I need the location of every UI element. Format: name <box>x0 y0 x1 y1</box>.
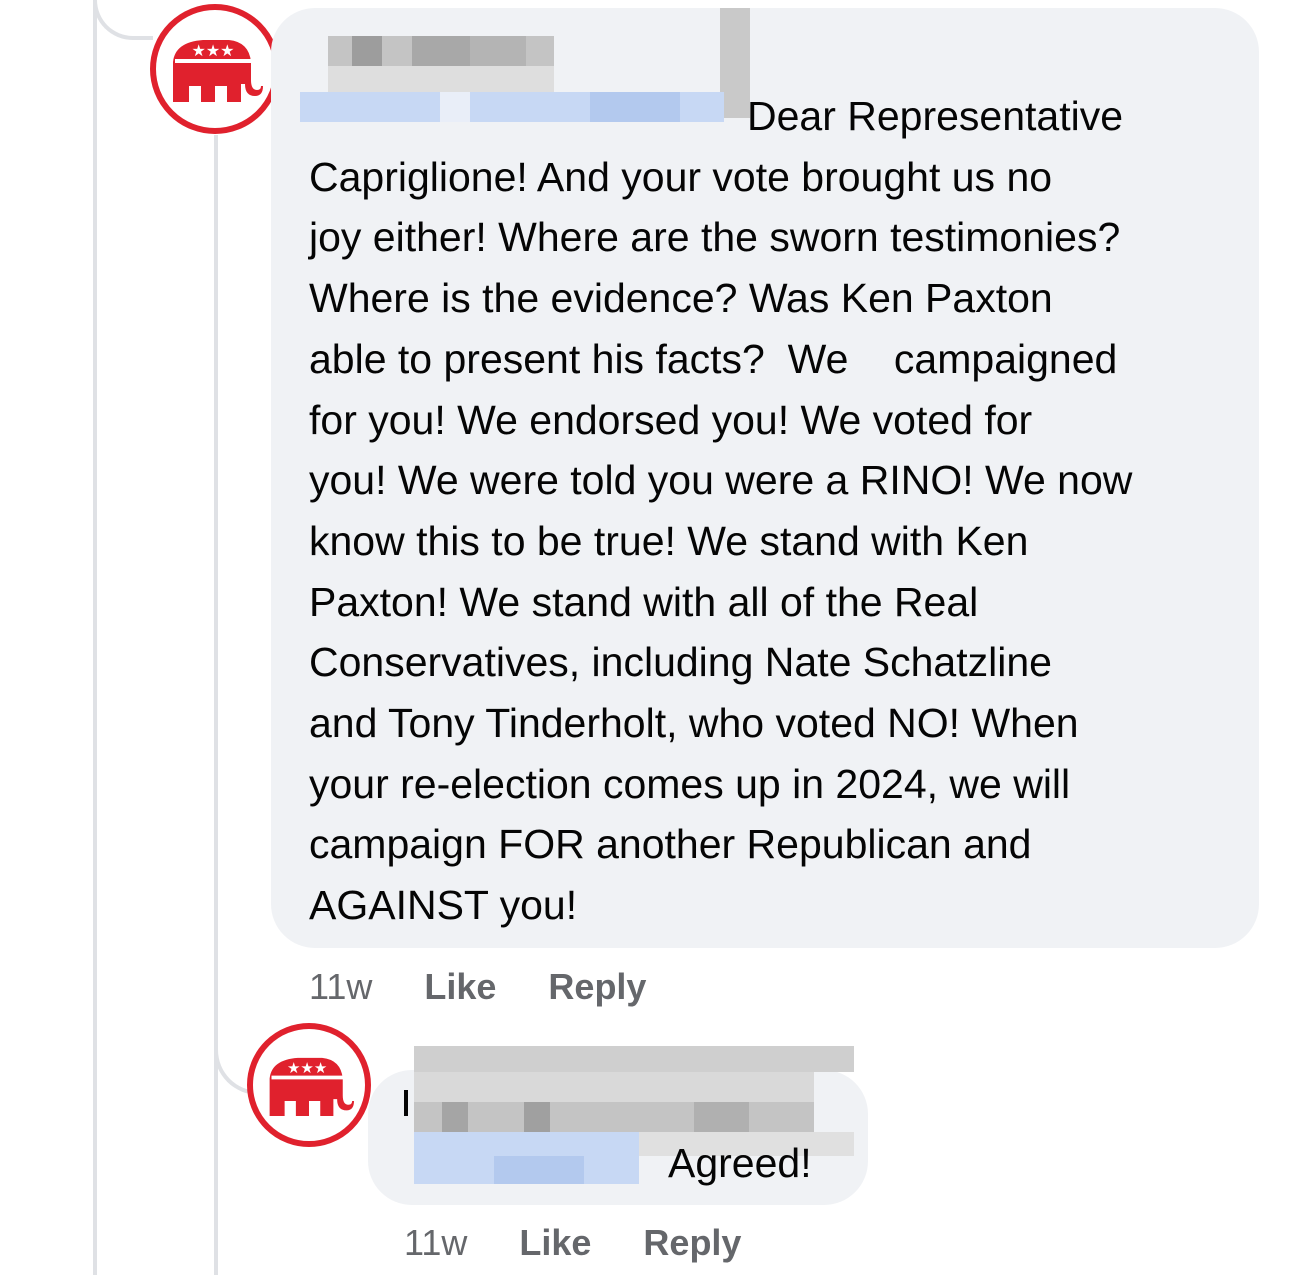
svg-text:★★★: ★★★ <box>191 41 234 60</box>
reply-timestamp[interactable]: 11w <box>404 1222 467 1264</box>
comment-text: Dear Representative Capriglione! And you… <box>309 93 1133 929</box>
reply-text: Agreed! <box>668 1140 812 1186</box>
thread-line-outer <box>93 0 97 1275</box>
like-button[interactable]: Like <box>424 966 496 1008</box>
thread-curve-top <box>93 0 153 40</box>
thread-line-reply <box>214 135 218 1275</box>
republican-elephant-icon: ★★★ <box>269 1057 354 1116</box>
comment-timestamp[interactable]: 11w <box>309 966 372 1008</box>
commenter-avatar[interactable]: ★★★ <box>150 4 280 134</box>
svg-text:★★★: ★★★ <box>287 1059 327 1077</box>
redacted-name-initial <box>404 1090 408 1116</box>
reply-actions: 11w Like Reply <box>404 1222 741 1264</box>
reply-like-button[interactable]: Like <box>519 1222 591 1264</box>
republican-elephant-icon: ★★★ <box>173 40 263 102</box>
reply-commenter-avatar[interactable]: ★★★ <box>247 1023 371 1147</box>
reply-reply-button[interactable]: Reply <box>643 1222 741 1264</box>
reply-button[interactable]: Reply <box>548 966 646 1008</box>
comment-actions: 11w Like Reply <box>309 966 646 1008</box>
